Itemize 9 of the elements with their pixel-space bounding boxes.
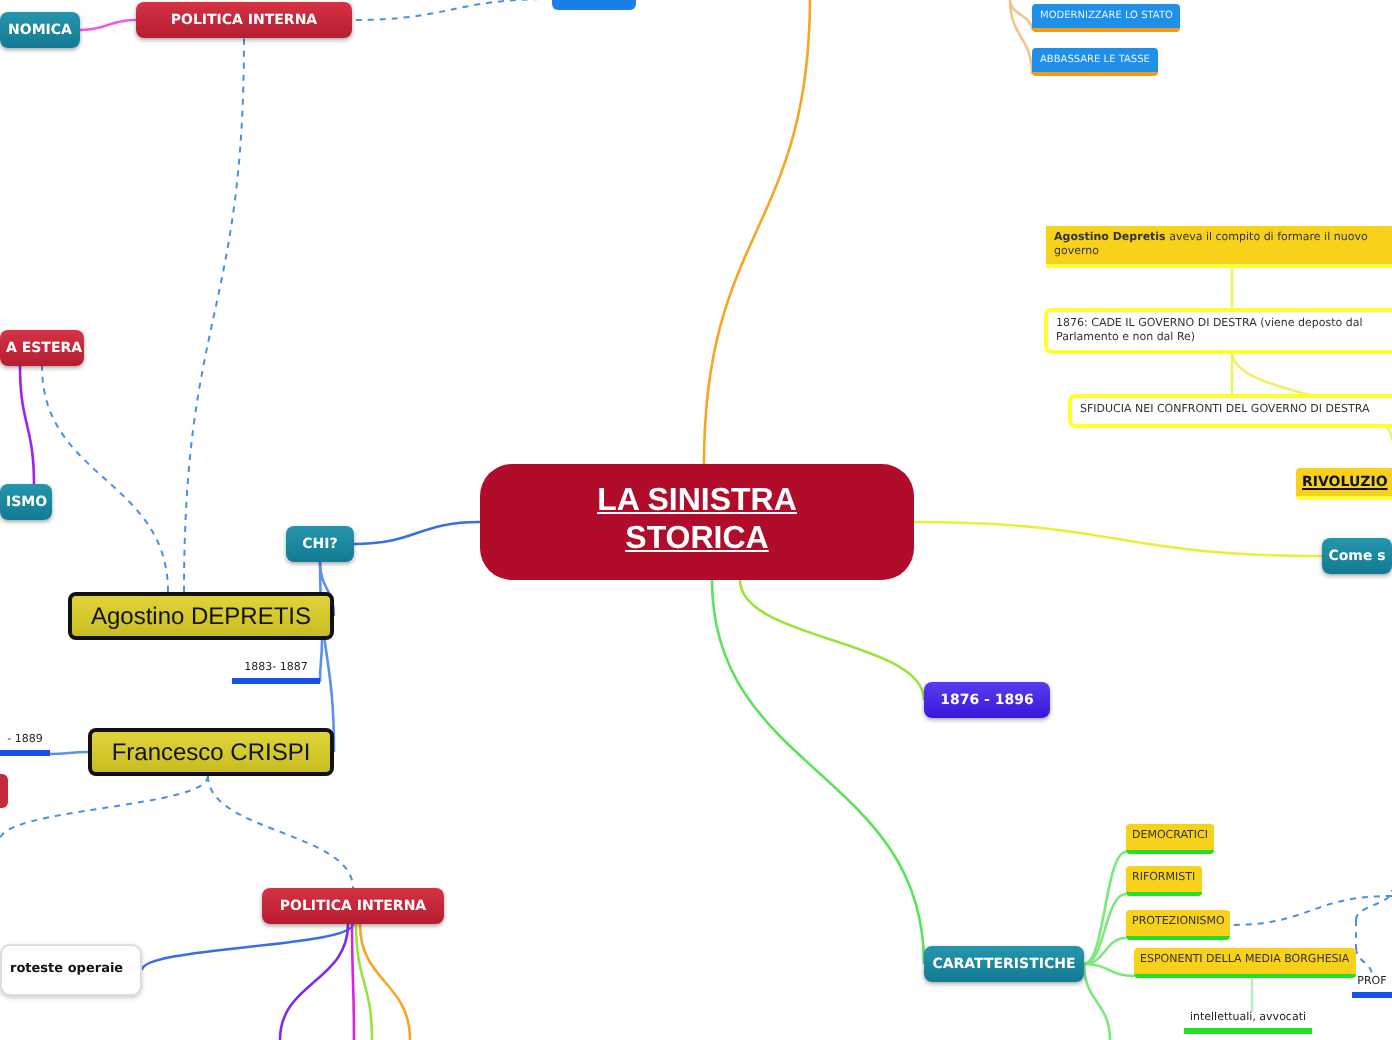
connector-line	[79, 18, 137, 32]
central-topic[interactable]: LA SINISTRA STORICA	[480, 464, 914, 580]
connector-line	[1250, 974, 1254, 1012]
connector-line	[353, 520, 481, 546]
person-node[interactable]: Francesco CRISPI	[88, 728, 334, 777]
connector-line	[18, 365, 36, 485]
connector-line	[50, 750, 88, 756]
person-node[interactable]: Agostino DEPRETIS	[68, 592, 334, 641]
topic-node[interactable]	[0, 774, 8, 808]
